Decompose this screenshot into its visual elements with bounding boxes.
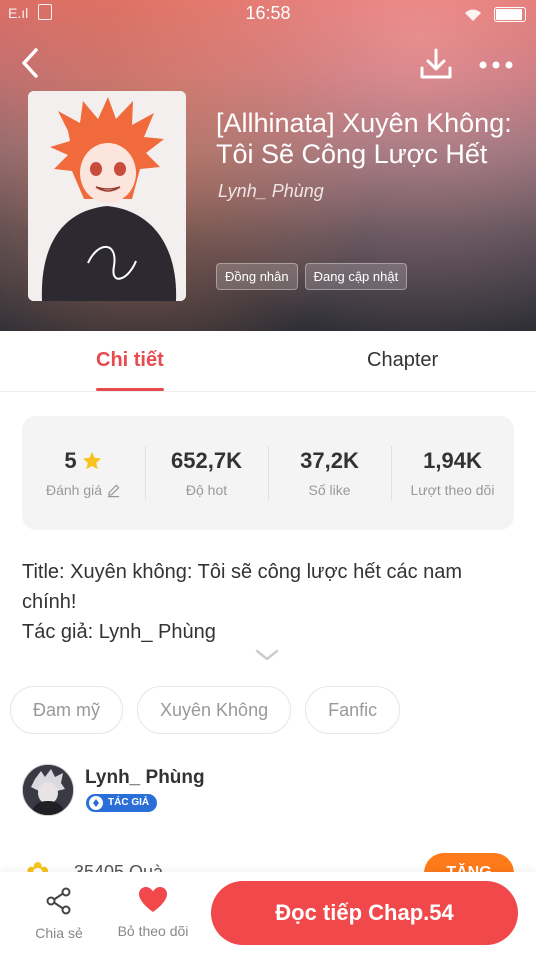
description-line: Title: Xuyên không: Tôi sẽ công lược hết… [22, 561, 463, 613]
tag-status: Đang cập nhật [304, 263, 408, 290]
likes-value: 37,2K [300, 448, 359, 473]
tag-fanfiction[interactable]: Đồng nhân [216, 263, 298, 290]
likes-label: Số like [308, 482, 351, 498]
avatar-image [23, 765, 73, 815]
share-label: Chia sẻ [35, 925, 83, 941]
clock: 16:58 [245, 3, 291, 23]
hot-label: Độ hot [185, 482, 228, 498]
verified-icon [89, 796, 103, 810]
chevron-left-icon [22, 48, 38, 78]
bottom-action-bar: Chia sẻ Bỏ theo dõi Đọc tiếp Chap.54 [0, 872, 536, 953]
continue-reading-button[interactable]: Đọc tiếp Chap.54 [211, 881, 518, 945]
more-options-button[interactable] [478, 58, 514, 77]
genre-tags: Đam mỹ Xuyên Không Fanfic [10, 686, 401, 734]
cover-illustration [28, 91, 186, 301]
unfollow-label: Bỏ theo dõi [117, 923, 189, 939]
back-button[interactable] [14, 46, 44, 85]
author-badge: TÁC GIẢ [86, 794, 158, 812]
book-author[interactable]: Lynh_ Phùng [218, 181, 324, 202]
share-button[interactable]: Chia sẻ [19, 886, 99, 941]
wifi-icon [465, 9, 482, 21]
author-avatar[interactable] [22, 764, 74, 816]
stats-panel: 5 Đánh giá 652,7K Độ hot 37,2K Số like 1… [22, 416, 514, 530]
book-title: [Allhinata] Xuyên Không: Tôi Sẽ Công Lượ… [216, 108, 512, 169]
star-icon [82, 451, 101, 470]
author-badge-label: TÁC GIẢ [108, 797, 150, 808]
rating-value: 5 [64, 448, 77, 473]
pencil-icon [107, 484, 120, 497]
stat-rating[interactable]: 5 Đánh giá [22, 416, 145, 530]
book-description: Title: Xuyên không: Tôi sẽ công lược hết… [22, 557, 492, 647]
genre-tag[interactable]: Fanfic [305, 686, 401, 734]
more-dots-icon [479, 61, 513, 69]
book-header: E.ıl 16:58 [Allhinata] Xuyên Không: Tôi … [0, 0, 536, 331]
expand-description-button[interactable] [254, 648, 280, 667]
unfollow-button[interactable]: Bỏ theo dõi [113, 886, 193, 939]
rating-label: Đánh giá [45, 482, 103, 498]
genre-tag[interactable]: Đam mỹ [10, 686, 123, 734]
download-button[interactable] [418, 46, 454, 87]
rating-value-row: 5 [64, 448, 102, 474]
book-cover[interactable] [28, 91, 186, 301]
rating-label-row: Đánh giá [46, 482, 121, 498]
hot-value: 652,7K [171, 448, 242, 473]
status-bar: E.ıl 16:58 [0, 0, 536, 26]
tab-details[interactable]: Chi tiết [96, 349, 164, 391]
tab-chapter[interactable]: Chapter [367, 349, 438, 372]
followers-value: 1,94K [423, 448, 482, 473]
book-tags: Đồng nhân Đang cập nhật [216, 263, 408, 290]
stat-likes: 37,2K Số like [268, 416, 391, 530]
followers-label: Lượt theo dõi [410, 482, 495, 498]
share-icon [46, 887, 71, 915]
status-icons [463, 5, 526, 25]
battery-icon [494, 7, 526, 22]
tab-bar: Chi tiết Chapter [0, 331, 536, 392]
description-line: Tác giả: Lynh_ Phùng [22, 621, 216, 643]
chevron-down-icon [255, 649, 279, 661]
genre-tag[interactable]: Xuyên Không [137, 686, 292, 734]
stat-hot: 652,7K Độ hot [145, 416, 268, 530]
author-name[interactable]: Lynh_ Phùng [85, 767, 205, 789]
stat-followers: 1,94K Lượt theo dõi [391, 416, 514, 530]
heart-icon [139, 887, 167, 912]
download-icon [420, 48, 452, 79]
